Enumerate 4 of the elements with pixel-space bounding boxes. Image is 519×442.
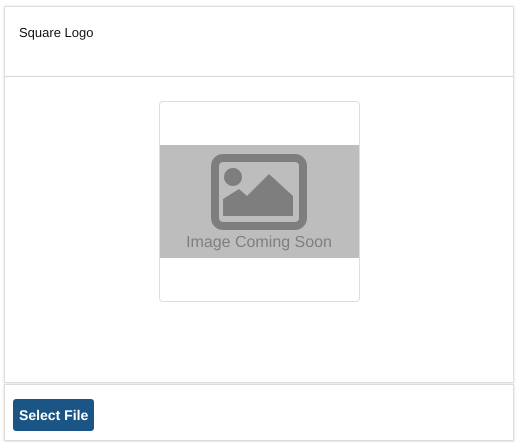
placeholder-caption: Image Coming Soon	[186, 234, 332, 252]
select-file-button[interactable]: Select File	[13, 399, 94, 431]
image-icon	[211, 154, 307, 230]
card-title: Square Logo	[19, 25, 94, 40]
